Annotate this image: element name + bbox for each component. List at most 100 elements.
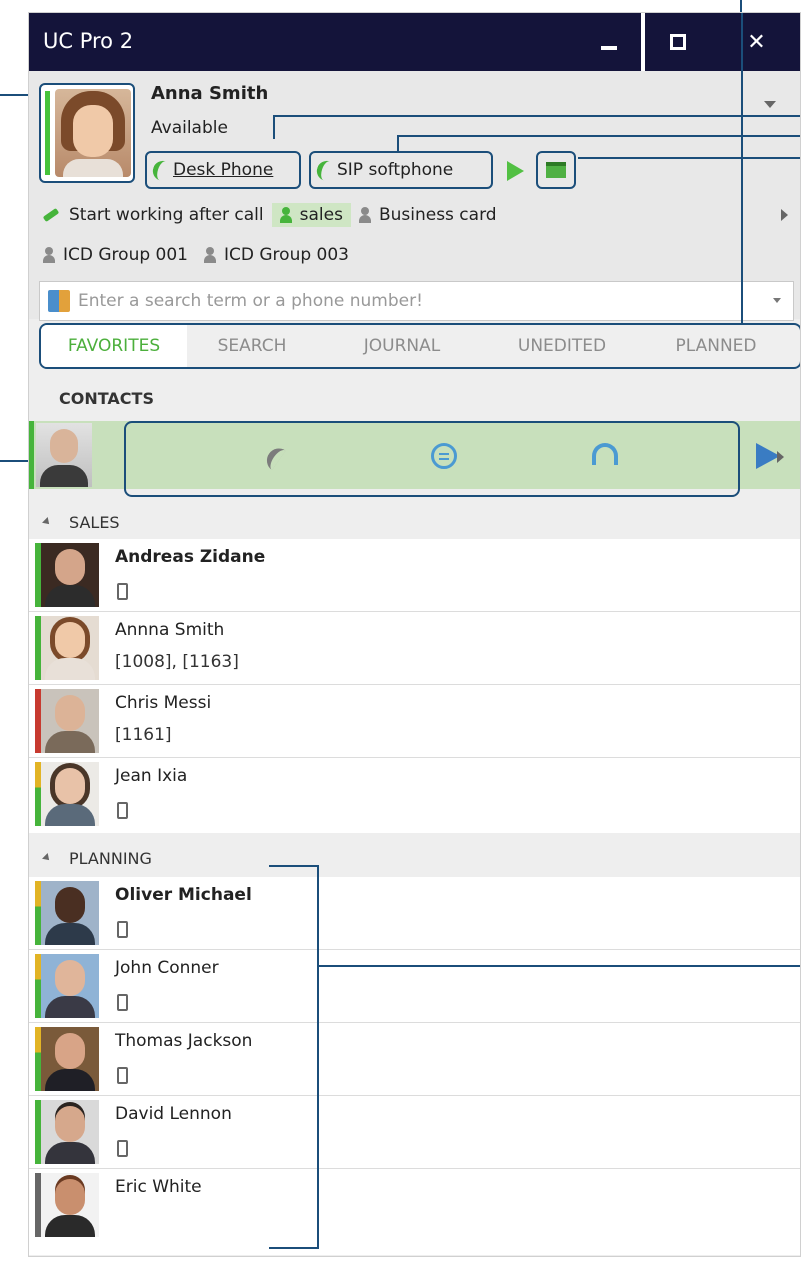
play-icon[interactable] [507, 161, 524, 181]
contact-name: Eric White [115, 1177, 202, 1197]
business-card-label: Business card [378, 205, 497, 225]
icd-groups-row: ICD Group 001 ICD Group 003 [43, 239, 349, 271]
list-item[interactable]: John Conner [29, 950, 800, 1023]
callout-line [741, 13, 743, 325]
handset-icon [314, 158, 334, 182]
device-desk-phone[interactable]: Desk Phone [145, 151, 301, 189]
avatar [41, 954, 99, 1018]
device-phone-icon [117, 1140, 128, 1157]
tab-bar: FAVORITES SEARCH JOURNAL UNEDITED PLANNE… [39, 323, 800, 369]
maximize-button[interactable] [645, 13, 711, 71]
avatar [41, 881, 99, 945]
callout-line [269, 865, 319, 867]
calendar-icon [546, 162, 566, 178]
device-phone-icon [117, 802, 128, 819]
contact-name: Annna Smith [115, 620, 225, 640]
list-item[interactable]: Jean Ixia [29, 758, 800, 831]
avatar [41, 616, 99, 680]
avatar [41, 1173, 99, 1237]
chevron-right-icon[interactable] [781, 209, 788, 221]
callout-line [317, 865, 319, 1249]
callout-line [317, 965, 800, 967]
avatar-photo [55, 89, 131, 177]
chevron-down-icon[interactable] [764, 101, 776, 108]
minimize-button[interactable] [577, 13, 641, 71]
maximize-icon [670, 34, 686, 50]
chevron-down-icon[interactable] [773, 298, 781, 303]
device-phone-icon [117, 583, 128, 600]
callout-line [578, 157, 800, 159]
app-window: UC Pro 2 ✕ Anna Smith Available Desk Pho… [28, 12, 801, 1257]
calendar-button[interactable] [536, 151, 576, 189]
person-icon [204, 247, 216, 263]
person-icon [279, 207, 292, 223]
call-icon[interactable] [262, 443, 286, 471]
tab-unedited[interactable]: UNEDITED [487, 325, 637, 367]
device-phone-icon [117, 921, 128, 938]
group-list-sales: Andreas Zidane Annna Smith [1008], [1163… [29, 539, 800, 833]
avatar [41, 1027, 99, 1091]
group-sales-label: sales [299, 205, 343, 225]
tab-search[interactable]: SEARCH [191, 325, 313, 367]
contact-extensions: [1008], [1163] [115, 652, 239, 672]
device-phone-icon [117, 1067, 128, 1084]
tab-journal[interactable]: JOURNAL [329, 325, 475, 367]
contact-name: Thomas Jackson [115, 1031, 253, 1051]
collapse-icon [42, 517, 52, 527]
list-item[interactable]: Eric White [29, 1169, 800, 1242]
address-book-icon [48, 290, 70, 312]
profile-panel: Anna Smith Available Desk Phone SIP soft… [29, 71, 800, 321]
device-sip-softphone[interactable]: SIP softphone [309, 151, 493, 189]
list-item[interactable]: Thomas Jackson [29, 1023, 800, 1096]
chat-icon[interactable] [431, 443, 457, 469]
list-item[interactable]: Chris Messi [1161] [29, 685, 800, 758]
business-card-option[interactable]: Business card [358, 205, 497, 225]
avatar [41, 1100, 99, 1164]
group-sales-chip[interactable]: sales [271, 203, 351, 227]
after-call-option[interactable]: Start working after call [42, 205, 264, 225]
window-title: UC Pro 2 [43, 29, 134, 53]
search-input[interactable]: Enter a search term or a phone number! [39, 281, 794, 321]
status-options-row: Start working after call sales Business … [42, 199, 788, 231]
icd-group-label: ICD Group 001 [63, 245, 188, 265]
title-bar: UC Pro 2 ✕ [29, 13, 800, 71]
list-item[interactable]: Annna Smith [1008], [1163] [29, 612, 800, 685]
contact-actions [124, 421, 780, 497]
headset-icon[interactable] [592, 443, 618, 465]
user-status[interactable]: Available [151, 118, 228, 138]
device-label: Desk Phone [173, 160, 274, 180]
collapse-icon [42, 853, 52, 863]
group-header-sales[interactable]: SALES [29, 505, 800, 539]
icd-group-chip[interactable]: ICD Group 003 [204, 245, 349, 265]
callout-line [397, 137, 399, 151]
contact-name: John Conner [115, 958, 219, 978]
close-icon: ✕ [747, 29, 766, 55]
close-button[interactable]: ✕ [711, 13, 800, 71]
group-header-planning[interactable]: PLANNING [29, 841, 800, 875]
tab-favorites[interactable]: FAVORITES [41, 325, 187, 367]
pencil-icon [42, 207, 60, 223]
presence-bar [45, 91, 50, 175]
contacts-header: CONTACTS [59, 388, 154, 408]
person-icon [43, 247, 55, 263]
presence-bar [29, 421, 34, 489]
chevron-right-icon[interactable] [777, 451, 784, 463]
after-call-label: Start working after call [69, 205, 264, 225]
favorite-contact-strip[interactable] [29, 421, 800, 497]
avatar[interactable] [39, 83, 135, 183]
contact-name: Oliver Michael [115, 885, 252, 905]
list-item[interactable]: Oliver Michael [29, 877, 800, 950]
minimize-icon [601, 46, 617, 50]
list-item[interactable]: David Lennon [29, 1096, 800, 1169]
icd-group-label: ICD Group 003 [224, 245, 349, 265]
avatar [41, 543, 99, 607]
list-item[interactable]: Andreas Zidane [29, 539, 800, 612]
icd-group-chip[interactable]: ICD Group 001 [43, 245, 188, 265]
user-name: Anna Smith [151, 83, 269, 104]
contact-extensions: [1161] [115, 725, 172, 745]
search-placeholder: Enter a search term or a phone number! [78, 291, 423, 311]
group-list-planning: Oliver Michael John Conner Thomas Jackso… [29, 877, 800, 1255]
tab-planned[interactable]: PLANNED [641, 325, 791, 367]
contact-name: David Lennon [115, 1104, 232, 1124]
contact-name: Chris Messi [115, 693, 212, 713]
